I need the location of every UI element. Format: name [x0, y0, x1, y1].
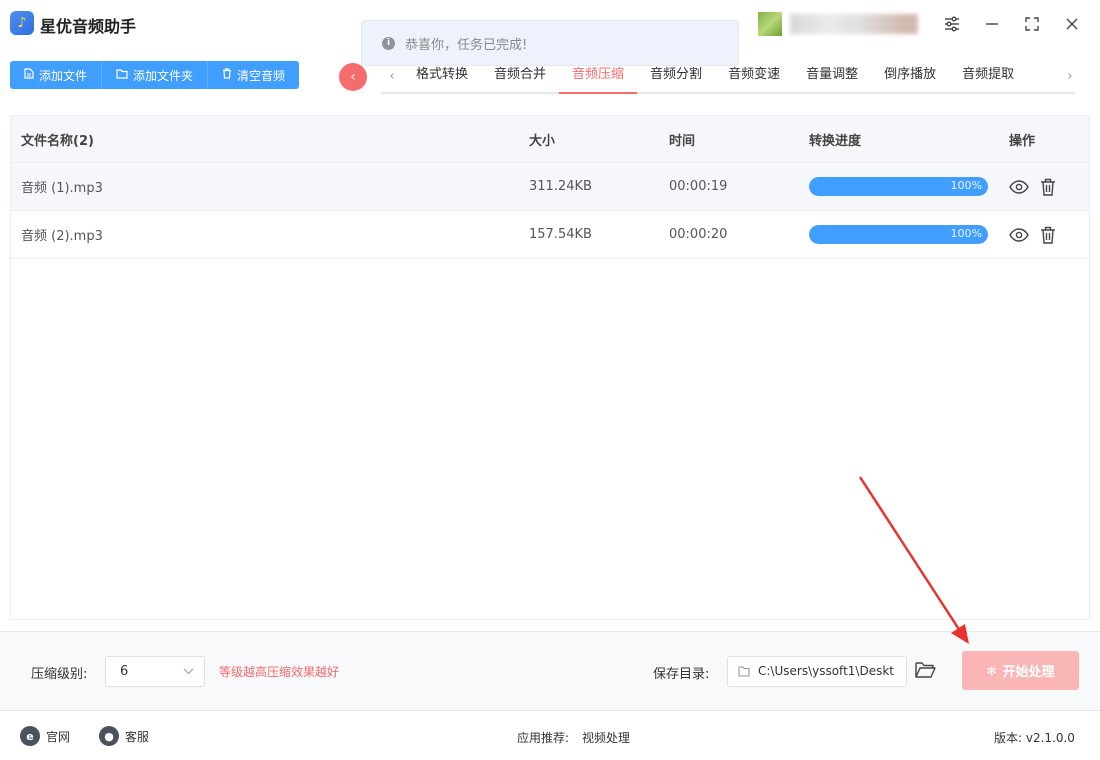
file-toolbar: 添加文件 添加文件夹 清空音频 — [10, 61, 300, 89]
eye-icon[interactable] — [1009, 225, 1029, 245]
compress-level-select[interactable]: 6 — [105, 656, 205, 687]
add-file-button[interactable]: 添加文件 — [10, 61, 103, 89]
add-folder-button[interactable]: 添加文件夹 — [102, 61, 209, 89]
recommend-video-link[interactable]: 视频处理 — [582, 729, 630, 746]
tab-format-convert[interactable]: 格式转换 — [403, 60, 481, 92]
save-dir-label: 保存目录: — [653, 667, 710, 682]
file-name: 音频 (2).mp3 — [21, 229, 103, 244]
settings-sliders-icon[interactable] — [940, 12, 964, 36]
compress-level-label: 压缩级别: — [31, 667, 88, 682]
header-progress: 转换进度 — [809, 133, 862, 149]
maximize-icon[interactable] — [1020, 12, 1044, 36]
table-header: 文件名称(2) 大小 时间 转换进度 操作 — [11, 116, 1089, 163]
website-e-icon: e — [20, 726, 40, 746]
header-file-name: 文件名称(2) — [21, 133, 94, 149]
version-text: 版本: v2.1.0.0 — [994, 731, 1075, 745]
app-title: 星优音频助手 — [40, 17, 137, 36]
chevron-down-icon — [183, 657, 194, 697]
save-dir-value: C:\Users\yssoft1\Deskt — [758, 664, 894, 678]
minimize-icon[interactable] — [980, 12, 1004, 36]
file-size: 311.24KB — [529, 179, 592, 194]
clear-audio-label: 清空音频 — [237, 68, 286, 83]
file-duration: 00:00:19 — [669, 179, 728, 194]
trash-icon[interactable] — [1038, 177, 1058, 197]
clear-audio-button[interactable]: 清空音频 — [208, 61, 300, 89]
file-name: 音频 (1).mp3 — [21, 181, 103, 196]
settings-panel: 压缩级别: 6 等级越高压缩效果越好 保存目录: C:\Users\yssoft… — [0, 631, 1100, 711]
chat-bubble-icon: ● — [99, 726, 119, 746]
tabs-scroll-left-icon[interactable]: ‹ — [381, 69, 403, 84]
progress-bar: 100% — [809, 225, 988, 244]
recommend-label: 应用推荐: — [517, 731, 570, 745]
progress-label: 100% — [950, 179, 982, 192]
feature-tabs: ‹ 格式转换 音频合并 音频压缩 音频分割 音频变速 音量调整 倒序播放 音频提… — [381, 60, 1075, 94]
row-operations — [1009, 177, 1058, 197]
collapse-chevron-left-icon[interactable]: ‹ — [339, 63, 367, 91]
folder-icon — [738, 657, 750, 686]
progress-bar: 100% — [809, 177, 988, 196]
website-label: 官网 — [46, 729, 71, 744]
website-link[interactable]: e 官网 — [20, 726, 70, 746]
footer: e 官网 ● 客服 应用推荐: 视频处理 版本: v2.1.0.0 — [0, 712, 1100, 760]
tabs-scroll-right-icon[interactable]: › — [1059, 69, 1081, 84]
loading-icon: ✻ — [986, 663, 997, 678]
header-operations: 操作 — [1009, 133, 1036, 149]
tab-audio-merge[interactable]: 音频合并 — [481, 60, 559, 92]
support-link[interactable]: ● 客服 — [99, 726, 149, 746]
progress-label: 100% — [950, 227, 982, 240]
tab-audio-compress[interactable]: 音频压缩 — [559, 60, 638, 94]
header-size: 大小 — [529, 133, 556, 149]
app-logo-icon: ♪ — [10, 11, 34, 35]
file-icon — [24, 68, 34, 82]
compress-level-hint: 等级越高压缩效果越好 — [219, 665, 340, 679]
tab-reverse-play[interactable]: 倒序播放 — [871, 60, 949, 92]
file-size: 157.54KB — [529, 227, 592, 242]
info-icon: i — [382, 36, 395, 50]
start-process-label: 开始处理 — [1002, 665, 1055, 680]
file-duration: 00:00:20 — [669, 227, 728, 242]
add-folder-label: 添加文件夹 — [133, 68, 194, 83]
tab-audio-split[interactable]: 音频分割 — [637, 60, 715, 92]
save-dir-input[interactable]: C:\Users\yssoft1\Deskt — [727, 656, 907, 687]
start-process-button[interactable]: ✻ 开始处理 — [962, 651, 1079, 690]
close-icon[interactable] — [1060, 12, 1084, 36]
row-operations — [1009, 225, 1058, 245]
file-table: 文件名称(2) 大小 时间 转换进度 操作 音频 (1).mp3 311.24K… — [10, 115, 1090, 620]
trash-icon — [222, 68, 232, 82]
table-row[interactable]: 音频 (1).mp3 311.24KB 00:00:19 100% — [11, 163, 1089, 211]
add-file-label: 添加文件 — [39, 68, 88, 83]
support-label: 客服 — [125, 729, 150, 744]
header-time: 时间 — [669, 133, 696, 149]
table-row[interactable]: 音频 (2).mp3 157.54KB 00:00:20 100% — [11, 211, 1089, 259]
tab-audio-extract[interactable]: 音频提取 — [949, 60, 1027, 92]
open-folder-icon[interactable] — [915, 660, 939, 684]
tab-volume-adjust[interactable]: 音量调整 — [793, 60, 871, 92]
eye-icon[interactable] — [1009, 177, 1029, 197]
tab-audio-speed[interactable]: 音频变速 — [715, 60, 793, 92]
trash-icon[interactable] — [1038, 225, 1058, 245]
user-name-blurred[interactable] — [790, 14, 918, 34]
toast-message: 恭喜你，任务已完成! — [405, 37, 528, 53]
compress-level-value: 6 — [120, 664, 129, 679]
user-avatar[interactable] — [758, 12, 782, 36]
folder-icon — [116, 68, 128, 82]
